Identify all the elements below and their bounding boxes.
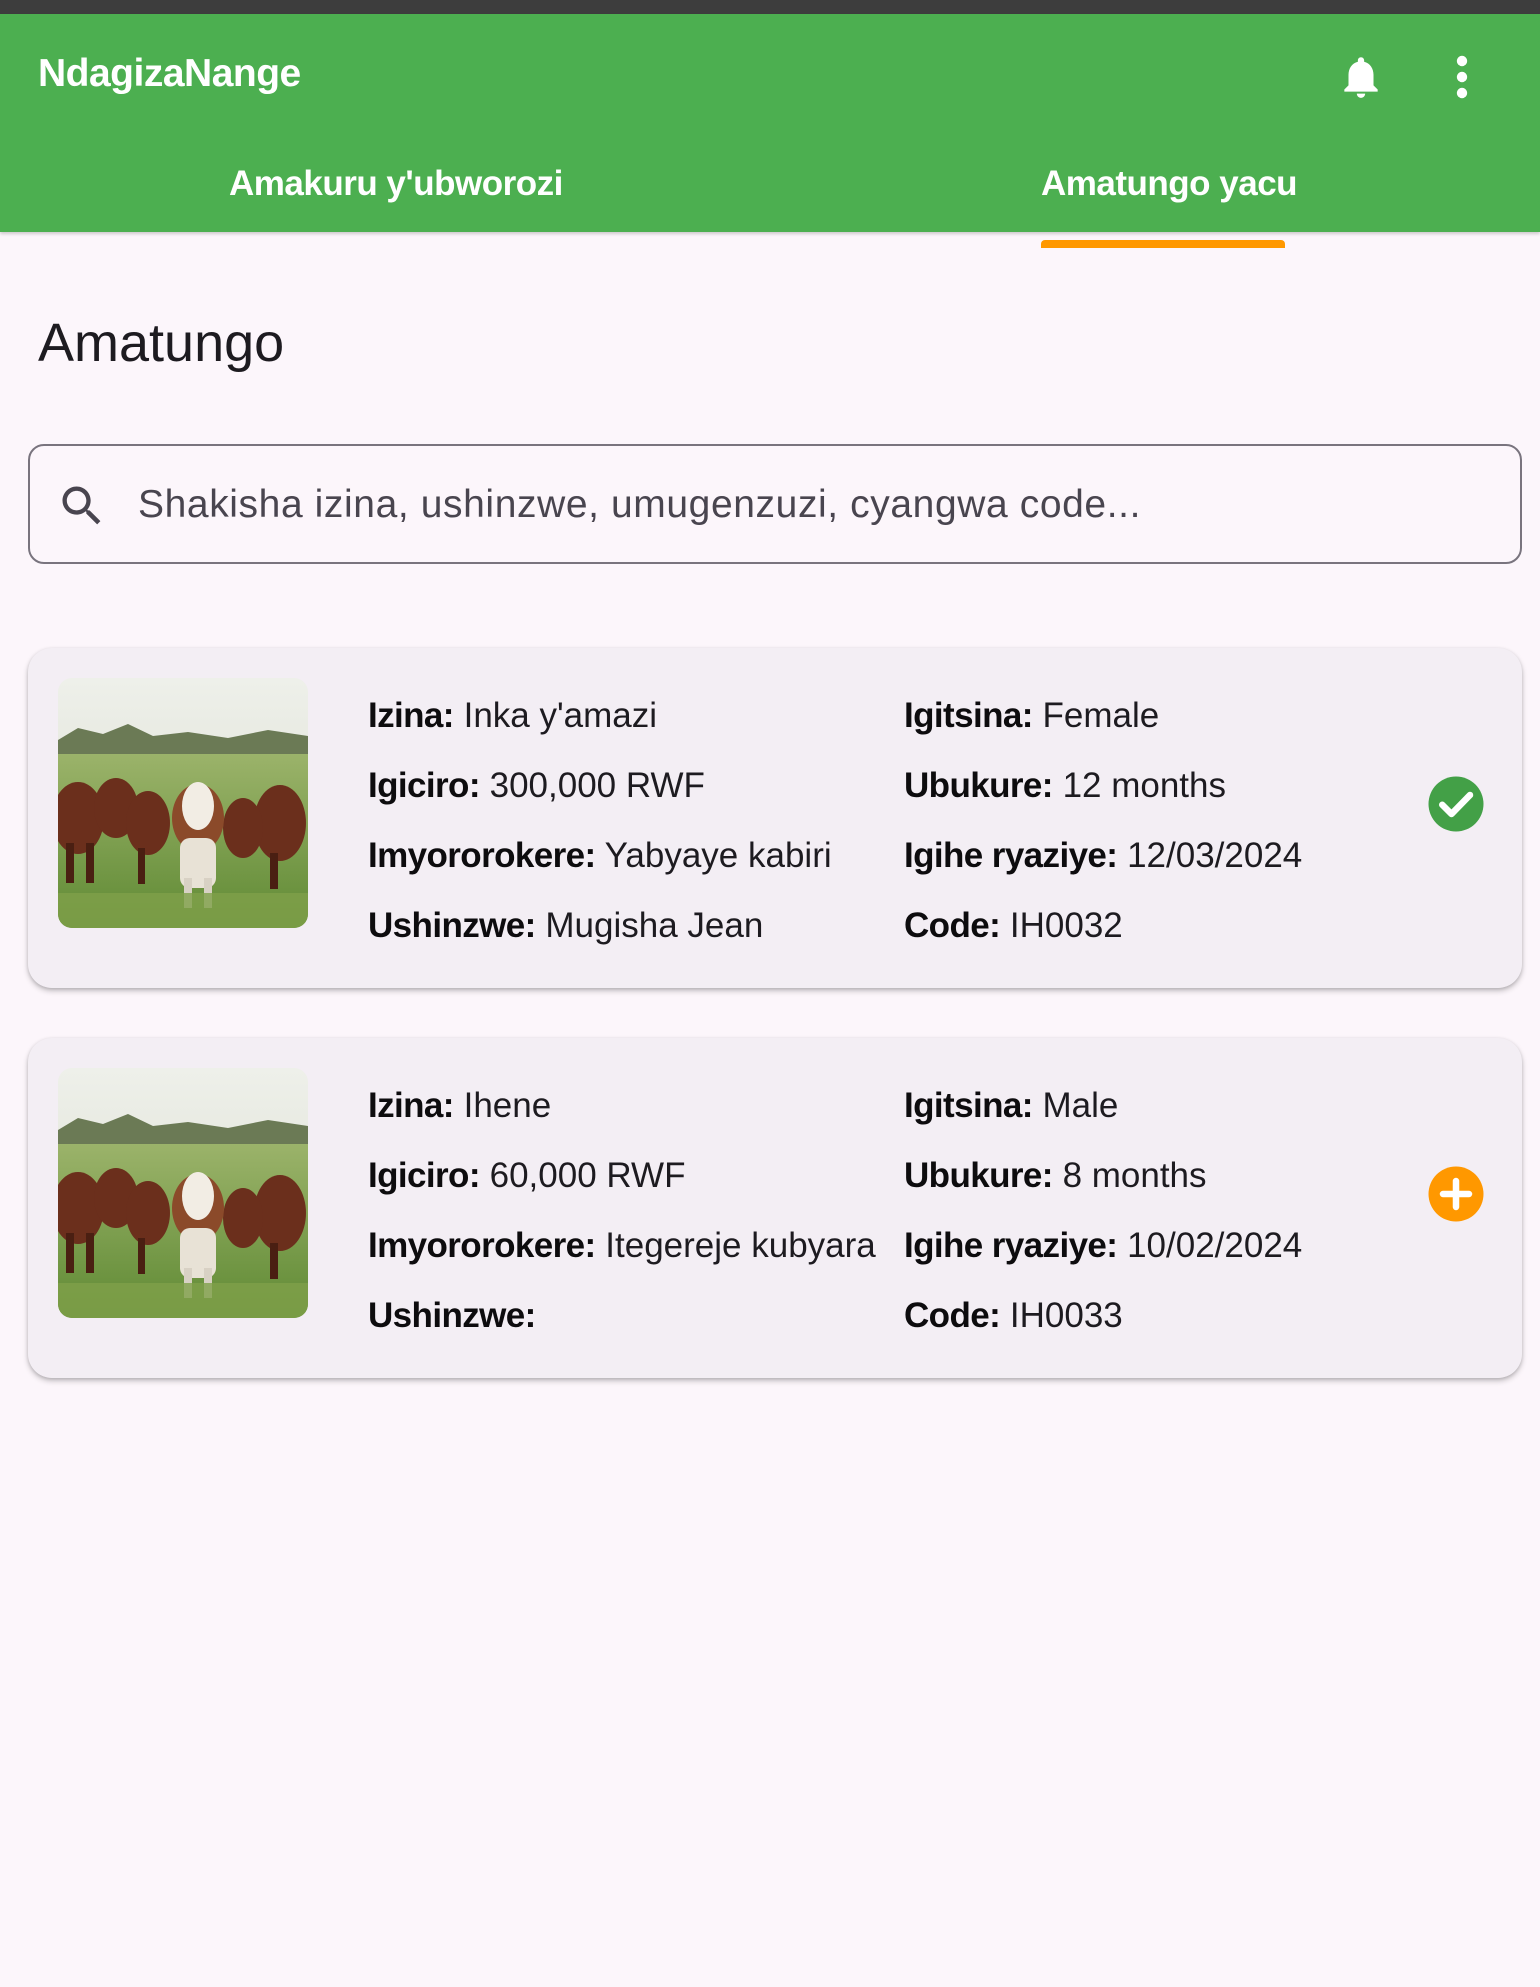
system-status-bar — [0, 0, 1540, 14]
page-title: Amatungo — [38, 313, 285, 373]
tab-amatungo-yacu[interactable]: Amatungo yacu — [1041, 164, 1298, 204]
animal-breed-field: Imyororokere: Yabyaye kabiri — [368, 836, 832, 875]
animal-name-field: Izina: Inka y'amazi — [368, 696, 658, 735]
animal-age-field: Ubukure: 8 months — [904, 1156, 1207, 1195]
animal-code-field: Code: IH0033 — [904, 1296, 1123, 1335]
search-icon — [62, 486, 101, 525]
animal-card[interactable]: Izina: Ihene Igiciro: 60,000 RWF Imyoror… — [28, 1038, 1522, 1378]
animal-age-field: Ubukure: 12 months — [904, 766, 1226, 805]
animal-photo — [58, 1068, 308, 1318]
add-circle-icon[interactable] — [1426, 1164, 1486, 1224]
animal-owner-field: Ushinzwe: Mugisha Jean — [368, 906, 764, 945]
notification-bell-icon[interactable] — [1336, 50, 1386, 104]
animal-price-field: Igiciro: 60,000 RWF — [368, 1156, 686, 1195]
animal-sex-field: Igitsina: Male — [904, 1086, 1119, 1125]
animal-name-field: Izina: Ihene — [368, 1086, 552, 1125]
animal-card[interactable]: Izina: Inka y'amazi Igiciro: 300,000 RWF… — [28, 648, 1522, 988]
animal-code-field: Code: IH0032 — [904, 906, 1123, 945]
more-vert-icon[interactable] — [1446, 52, 1478, 102]
animal-breed-field: Imyororokere: Itegereje kubyara — [368, 1226, 876, 1265]
animal-arrival-field: Igihe ryaziye: 10/02/2024 — [904, 1226, 1303, 1265]
search-field[interactable] — [28, 444, 1522, 564]
animal-sex-field: Igitsina: Female — [904, 696, 1160, 735]
animal-owner-field: Ushinzwe: — [368, 1296, 536, 1335]
animal-photo — [58, 678, 308, 928]
app-title: NdagizaNange — [38, 52, 301, 95]
check-circle-icon[interactable] — [1426, 774, 1486, 834]
search-input[interactable] — [138, 466, 1498, 544]
active-tab-indicator — [1041, 240, 1285, 248]
app-bar: NdagizaNange Amakuru y'ubworozi Amatungo… — [0, 14, 1540, 248]
animal-arrival-field: Igihe ryaziye: 12/03/2024 — [904, 836, 1303, 875]
tab-amakuru-yubworozi[interactable]: Amakuru y'ubworozi — [229, 164, 563, 204]
animal-price-field: Igiciro: 300,000 RWF — [368, 766, 705, 805]
